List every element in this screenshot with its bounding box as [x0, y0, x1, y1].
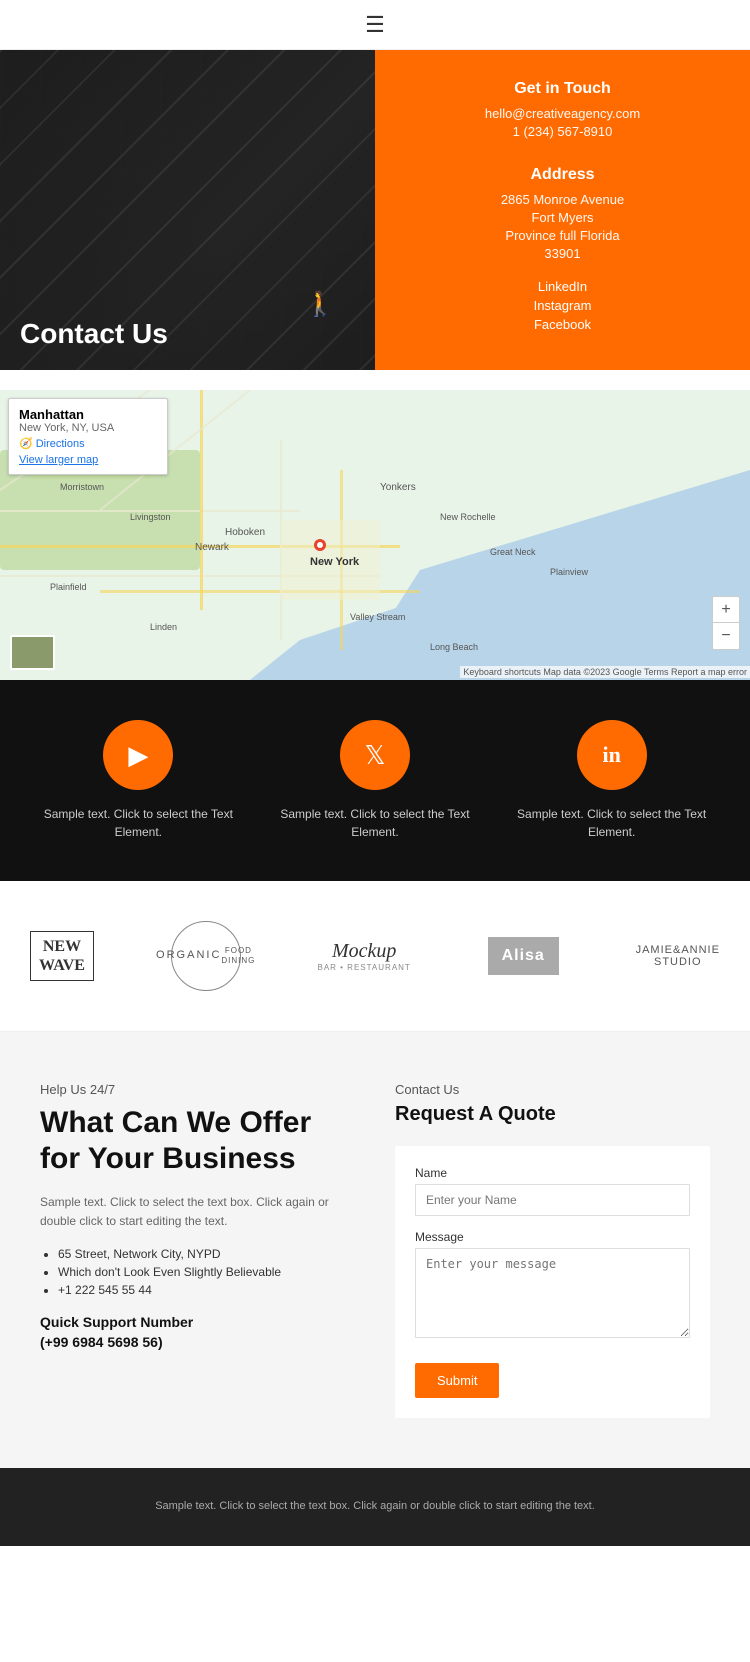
- zoom-in-button[interactable]: +: [713, 597, 739, 623]
- youtube-text[interactable]: Sample text. Click to select the Text El…: [38, 805, 238, 841]
- social-links: LinkedIn Instagram Facebook: [534, 279, 592, 332]
- contact-email: hello@creativeagency.com: [485, 106, 640, 121]
- map-location-title: Manhattan: [19, 407, 157, 422]
- linkedin-text[interactable]: Sample text. Click to select the Text El…: [512, 805, 712, 841]
- social-item-youtube: ▶ Sample text. Click to select the Text …: [38, 720, 238, 841]
- mockup-sub: BAR • RESTAURANT: [317, 963, 410, 972]
- svg-text:New Rochelle: New Rochelle: [440, 512, 496, 522]
- submit-button[interactable]: Submit: [415, 1363, 499, 1398]
- svg-text:New York: New York: [310, 556, 360, 568]
- quick-support: Quick Support Number (+99 6984 5698 56): [40, 1313, 355, 1352]
- facebook-link[interactable]: Facebook: [534, 317, 592, 332]
- svg-text:Linden: Linden: [150, 622, 177, 632]
- svg-text:Plainfield: Plainfield: [50, 582, 87, 592]
- map-thumbnail: [10, 635, 55, 670]
- organic-logo: ORGANICFOOD DINING: [171, 921, 241, 991]
- social-icons-section: ▶ Sample text. Click to select the Text …: [0, 680, 750, 881]
- contact-right-label: Contact Us: [395, 1082, 710, 1097]
- twitter-icon: 𝕏: [365, 740, 386, 771]
- address-title: Address: [530, 166, 594, 184]
- hero-title: Contact Us: [20, 318, 168, 350]
- svg-text:Livingston: Livingston: [130, 512, 171, 522]
- instagram-link[interactable]: Instagram: [534, 298, 592, 313]
- contact-list-item-3: +1 222 545 55 44: [58, 1283, 355, 1297]
- svg-text:Newark: Newark: [195, 542, 230, 553]
- contact-list: 65 Street, Network City, NYPD Which don'…: [40, 1247, 355, 1297]
- quick-support-label: Quick Support Number: [40, 1314, 193, 1330]
- map-zoom-controls: + −: [712, 596, 740, 650]
- svg-text:Hoboken: Hoboken: [225, 527, 265, 538]
- map-directions-link[interactable]: 🧭 Directions: [19, 437, 85, 450]
- partner-organic: ORGANICFOOD DINING: [171, 921, 241, 991]
- name-input[interactable]: [415, 1184, 690, 1216]
- youtube-circle[interactable]: ▶: [103, 720, 173, 790]
- social-item-twitter: 𝕏 Sample text. Click to select the Text …: [275, 720, 475, 841]
- alisa-logo: Alisa: [488, 937, 559, 975]
- contact-list-item-2: Which don't Look Even Slightly Believabl…: [58, 1265, 355, 1279]
- contact-main-title[interactable]: What Can We Offer for Your Business: [40, 1105, 355, 1177]
- partner-jamie: JAMIE&ANNIESTUDIO: [636, 944, 720, 968]
- message-label: Message: [415, 1230, 690, 1244]
- help-label: Help Us 24/7: [40, 1082, 355, 1097]
- map-attribution: Keyboard shortcuts Map data ©2023 Google…: [460, 666, 750, 678]
- hero-section: Contact Us Get in Touch hello@creativeag…: [0, 50, 750, 370]
- address-line2: Fort Myers: [531, 210, 593, 225]
- directions-icon: 🧭: [19, 437, 33, 450]
- map-info-box: Manhattan New York, NY, USA 🧭 Directions…: [8, 398, 168, 475]
- hero-contact-info: Get in Touch hello@creativeagency.com 1 …: [375, 50, 750, 370]
- view-larger-map-link[interactable]: View larger map: [19, 454, 157, 466]
- svg-text:Valley Stream: Valley Stream: [350, 612, 405, 622]
- youtube-icon: ▶: [128, 740, 148, 771]
- partners-section: NEWWAVE ORGANICFOOD DINING Mockup BAR • …: [0, 881, 750, 1032]
- contact-description[interactable]: Sample text. Click to select the text bo…: [40, 1193, 355, 1231]
- linkedin-icon: in: [602, 742, 620, 768]
- social-item-linkedin: in Sample text. Click to select the Text…: [512, 720, 712, 841]
- hero-person-figure: [305, 290, 335, 350]
- twitter-text[interactable]: Sample text. Click to select the Text El…: [275, 805, 475, 841]
- message-form-group: Message: [415, 1230, 690, 1343]
- contact-left: Help Us 24/7 What Can We Offer for Your …: [40, 1082, 355, 1418]
- linkedin-circle[interactable]: in: [577, 720, 647, 790]
- quote-form: Name Message Submit: [395, 1146, 710, 1418]
- contact-right: Contact Us Request A Quote Name Message …: [395, 1082, 710, 1418]
- linkedin-link[interactable]: LinkedIn: [534, 279, 592, 294]
- contact-phone: 1 (234) 567-8910: [513, 124, 613, 139]
- contact-info-title: Get in Touch: [514, 80, 611, 98]
- svg-text:Morristown: Morristown: [60, 482, 104, 492]
- footer-text[interactable]: Sample text. Click to select the text bo…: [155, 1500, 595, 1512]
- zoom-out-button[interactable]: −: [713, 623, 739, 649]
- map-location-subtitle: New York, NY, USA: [19, 422, 157, 434]
- hero-image: Contact Us: [0, 50, 375, 370]
- map-background: New York Hoboken Newark Yonkers New Roch…: [0, 390, 750, 680]
- address-line3: Province full Florida: [505, 228, 619, 243]
- name-form-group: Name: [415, 1166, 690, 1216]
- svg-text:Long Beach: Long Beach: [430, 642, 478, 652]
- partner-alisa: Alisa: [488, 937, 559, 975]
- partner-new-wave: NEWWAVE: [30, 931, 94, 981]
- new-wave-logo: NEWWAVE: [30, 931, 94, 981]
- svg-text:Great Neck: Great Neck: [490, 547, 536, 557]
- contact-list-item-1: 65 Street, Network City, NYPD: [58, 1247, 355, 1261]
- twitter-circle[interactable]: 𝕏: [340, 720, 410, 790]
- address-line1: 2865 Monroe Avenue: [501, 192, 624, 207]
- svg-text:Yonkers: Yonkers: [380, 482, 416, 493]
- contact-quote-section: Help Us 24/7 What Can We Offer for Your …: [0, 1032, 750, 1468]
- address-line4: 33901: [544, 246, 580, 261]
- partner-mockup: Mockup BAR • RESTAURANT: [317, 940, 410, 972]
- footer: Sample text. Click to select the text bo…: [0, 1468, 750, 1546]
- request-quote-title: Request A Quote: [395, 1103, 710, 1126]
- map-section: New York Hoboken Newark Yonkers New Roch…: [0, 390, 750, 680]
- message-textarea[interactable]: [415, 1248, 690, 1338]
- mockup-logo: Mockup: [332, 940, 396, 963]
- header: ☰: [0, 0, 750, 50]
- jamie-logo: JAMIE&ANNIESTUDIO: [636, 944, 720, 968]
- svg-text:Plainview: Plainview: [550, 567, 589, 577]
- name-label: Name: [415, 1166, 690, 1180]
- hamburger-icon[interactable]: ☰: [365, 12, 385, 38]
- quick-support-number: (+99 6984 5698 56): [40, 1334, 163, 1350]
